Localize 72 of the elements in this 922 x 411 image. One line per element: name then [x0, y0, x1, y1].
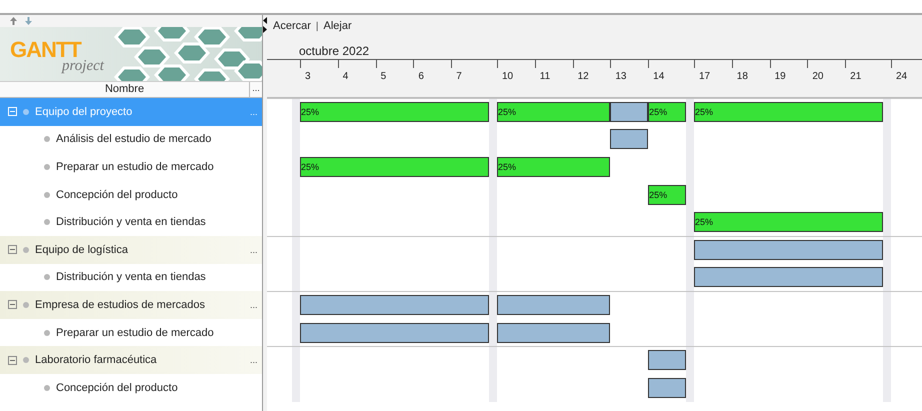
bullet-icon [44, 219, 50, 226]
bullet-icon [23, 246, 29, 253]
month-label: octubre 2022 [299, 43, 370, 59]
collapse-icon[interactable] [8, 356, 17, 365]
bullet-icon [44, 192, 50, 198]
task-name: Laboratorio farmacéutica [35, 354, 158, 366]
day-label: 17 [698, 71, 710, 82]
row-menu-button[interactable]: ... [250, 355, 262, 366]
task-bar[interactable] [610, 102, 648, 122]
task-bar[interactable] [496, 294, 610, 315]
progress-bar[interactable]: 25% [496, 156, 610, 177]
progress-bar[interactable]: 25% [648, 102, 686, 122]
progress-bar[interactable]: 25% [694, 212, 883, 232]
progress-bar[interactable]: 25% [300, 156, 489, 177]
task-bar[interactable] [300, 294, 489, 315]
task-name: Equipo de logística [35, 244, 129, 256]
bullet-icon [44, 330, 50, 336]
bullet-icon [44, 164, 50, 170]
day-label: 14 [653, 71, 664, 82]
move-up-icon[interactable] [10, 17, 17, 25]
zoom-out-link[interactable]: Alejar [324, 20, 352, 32]
progress-bar[interactable]: 25% [496, 102, 610, 122]
task-name: Análisis del estudio de mercado [56, 133, 212, 146]
bullet-icon [44, 274, 50, 280]
toolbar-separator: | [316, 20, 319, 32]
progress-bar[interactable]: 25% [648, 184, 686, 205]
task-name: Empresa de estudios de mercados [35, 298, 206, 311]
column-header[interactable]: Nombre [0, 82, 249, 97]
group-row[interactable]: Empresa de estudios de mercados ... [0, 291, 262, 319]
row-menu-button[interactable]: ... [250, 300, 262, 310]
task-bar[interactable] [610, 129, 648, 150]
row-menu-button[interactable]: ... [250, 244, 262, 255]
bullet-icon [23, 357, 29, 364]
bullet-icon [23, 302, 29, 308]
group-row[interactable]: Laboratorio farmacéutica ... [0, 346, 262, 374]
collapse-icon[interactable] [8, 300, 17, 310]
task-name: Preparar un estudio de mercado [56, 326, 215, 339]
collapse-icon[interactable] [8, 245, 17, 254]
day-label: 18 [736, 71, 748, 82]
day-label: 24 [896, 71, 908, 82]
bullet-icon [44, 136, 50, 142]
task-name: Distribución y venta en tiendas [56, 271, 207, 284]
day-label: 11 [540, 71, 550, 82]
day-label: 13 [615, 71, 626, 82]
day-label: 4 [342, 71, 348, 82]
task-name: Preparar un estudio de mercado [56, 160, 215, 173]
bullet-icon [23, 108, 29, 115]
zoom-in-link[interactable]: Acercar [273, 20, 311, 32]
day-label: 20 [812, 71, 824, 82]
day-label: 6 [418, 71, 424, 82]
group-row[interactable]: Equipo de logística ... [0, 236, 262, 264]
day-label: 7 [456, 71, 462, 82]
task-name: Equipo del proyecto [35, 106, 134, 118]
task-name: Distribución y venta en tiendas [56, 216, 207, 228]
task-bar[interactable] [694, 240, 883, 260]
task-bar[interactable] [648, 350, 686, 370]
day-label: 5 [380, 71, 386, 82]
task-name: Concepción del producto [56, 382, 179, 394]
progress-bar[interactable]: 25% [694, 102, 883, 122]
task-bar[interactable] [694, 267, 883, 288]
task-bar[interactable] [648, 378, 686, 398]
day-label: 10 [502, 71, 514, 82]
progress-bar[interactable]: 25% [300, 102, 489, 122]
day-label: 3 [305, 71, 311, 82]
task-bar[interactable] [496, 322, 610, 343]
day-label: 19 [774, 71, 786, 82]
task-name: Concepción del producto [56, 188, 179, 201]
day-label: 12 [578, 71, 589, 82]
day-label: 21 [850, 71, 862, 82]
bullet-icon [44, 384, 50, 391]
task-bar[interactable] [300, 322, 489, 343]
column-menu-button[interactable]: ... [249, 82, 262, 97]
